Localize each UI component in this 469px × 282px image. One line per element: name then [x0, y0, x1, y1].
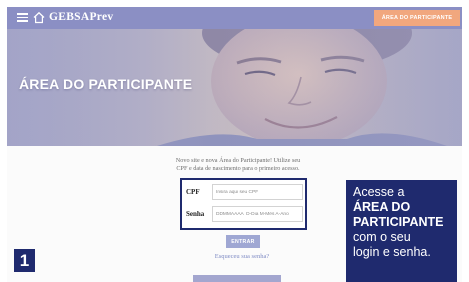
callout-line-5: login e senha. — [353, 245, 431, 259]
login-form-highlight: CPF Senha — [180, 178, 307, 230]
home-icon[interactable] — [33, 11, 45, 24]
callout-line-4: com o seu — [353, 230, 411, 244]
forgot-password-link[interactable]: Esqueceu sua senha? — [202, 253, 282, 260]
hero-title: ÁREA DO PARTICIPANTE — [19, 76, 193, 92]
menu-icon[interactable] — [17, 13, 28, 22]
callout-line-3: PARTICIPANTE — [353, 215, 444, 229]
senha-label: Senha — [186, 210, 205, 218]
step-number-badge: 1 — [14, 249, 35, 272]
top-navigation-bar: GEBSAPrev ÁREA DO PARTICIPANTE — [7, 7, 462, 29]
intro-line-2: CPF e data de nascimento para o primeiro… — [176, 165, 300, 172]
cpf-label: CPF — [186, 188, 200, 196]
site-screenshot: GEBSAPrev ÁREA DO PARTICIPANTE ÁREA DO P… — [7, 7, 462, 282]
intro-line-1: Novo site e nova Área do Participante! U… — [175, 157, 301, 164]
senha-input[interactable] — [212, 206, 303, 222]
callout-line-2: ÁREA DO — [353, 200, 411, 214]
cpf-row: CPF — [186, 184, 303, 201]
cpf-input[interactable] — [212, 184, 303, 200]
participant-area-button[interactable]: ÁREA DO PARTICIPANTE — [374, 10, 460, 26]
enter-button[interactable]: ENTRAR — [226, 235, 260, 248]
senha-row: Senha — [186, 206, 303, 223]
login-section: Novo site e nova Área do Participante! U… — [7, 146, 462, 282]
instruction-callout: Acesse a ÁREA DO PARTICIPANTE com o seu … — [346, 180, 457, 282]
callout-line-1: Acesse a — [353, 185, 405, 199]
hero-banner: ÁREA DO PARTICIPANTE — [7, 29, 462, 146]
secondary-button[interactable] — [193, 275, 281, 282]
brand-logo-text[interactable]: GEBSAPrev — [49, 11, 113, 23]
intro-text: Novo site e nova Área do Participante! U… — [143, 157, 333, 173]
